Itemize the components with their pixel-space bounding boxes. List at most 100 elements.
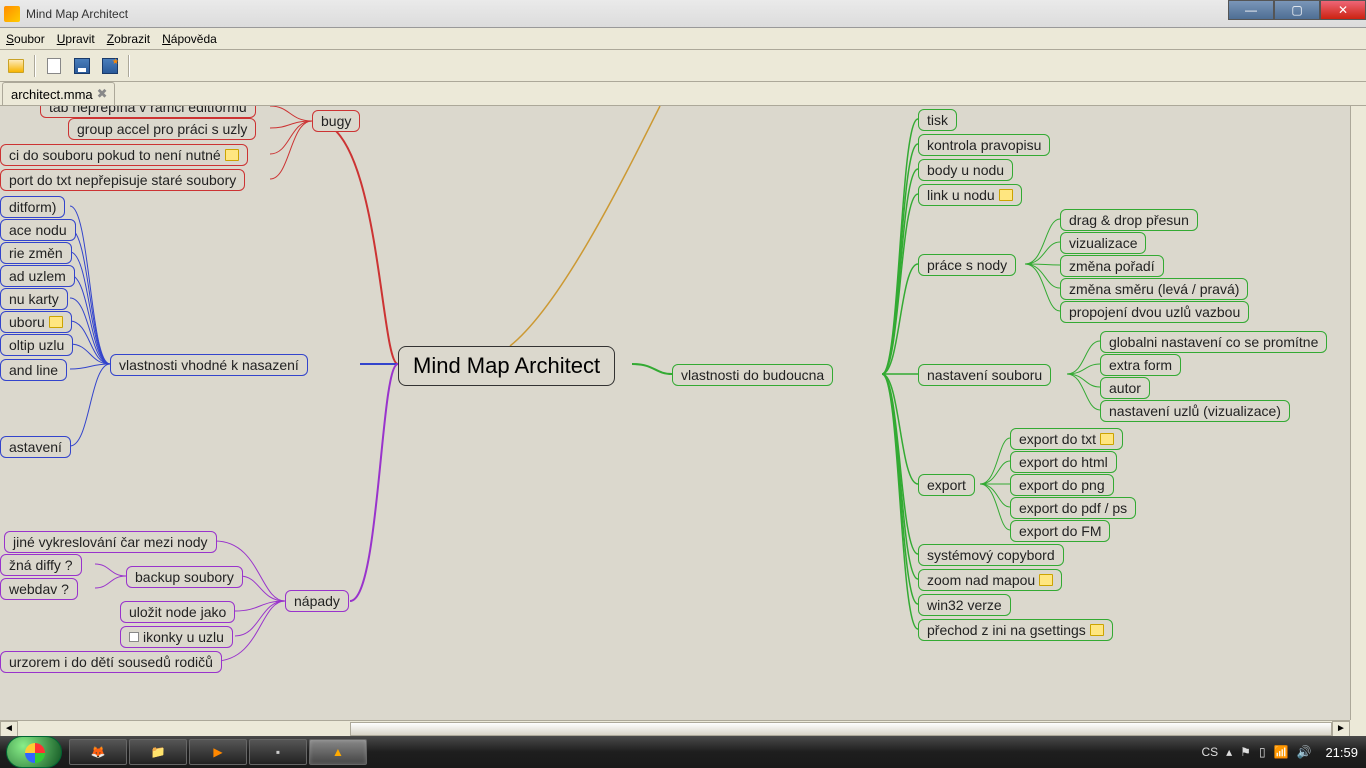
node[interactable]: propojení dvou uzlů vazbou <box>1060 301 1249 323</box>
node[interactable]: uložit node jako <box>120 601 235 623</box>
node[interactable]: export do pdf / ps <box>1010 497 1136 519</box>
node[interactable]: zoom nad mapou <box>918 569 1062 591</box>
node[interactable]: export do FM <box>1010 520 1110 542</box>
node[interactable]: vizualizace <box>1060 232 1146 254</box>
node-label: kontrola pravopisu <box>927 137 1041 153</box>
node[interactable]: drag & drop přesun <box>1060 209 1198 231</box>
node-label: globalni nastavení co se promítne <box>1109 334 1318 350</box>
node-label: extra form <box>1109 357 1172 373</box>
node[interactable]: backup soubory <box>126 566 243 588</box>
mindmap-canvas[interactable]: Mind Map Architect bugy tab nepřepíná v … <box>0 106 1350 720</box>
node-nastaveni-souboru[interactable]: nastavení souboru <box>918 364 1051 386</box>
node-label: ikonky u uzlu <box>143 629 224 645</box>
node-label: změna pořadí <box>1069 258 1155 274</box>
start-button[interactable] <box>6 736 62 768</box>
node[interactable]: link u nodu <box>918 184 1022 206</box>
node[interactable]: webdav ? <box>0 578 78 600</box>
node-label: uložit node jako <box>129 604 226 620</box>
minimize-button[interactable]: — <box>1228 0 1274 20</box>
node[interactable]: port do txt nepřepisuje staré soubory <box>0 169 245 191</box>
node[interactable]: globalni nastavení co se promítne <box>1100 331 1327 353</box>
node[interactable]: nastavení uzlů (vizualizace) <box>1100 400 1290 422</box>
vertical-scrollbar[interactable] <box>1350 106 1366 720</box>
root-node[interactable]: Mind Map Architect <box>398 346 615 386</box>
node[interactable]: export do png <box>1010 474 1114 496</box>
node[interactable]: win32 verze <box>918 594 1011 616</box>
node[interactable]: ad uzlem <box>0 265 75 287</box>
node[interactable]: ditform) <box>0 196 65 218</box>
horizontal-scrollbar[interactable] <box>0 720 1350 736</box>
node-label: nastavení uzlů (vizualizace) <box>1109 403 1281 419</box>
node[interactable]: oltip uzlu <box>0 334 73 356</box>
menu-help[interactable]: Nápověda <box>162 32 217 46</box>
node-bugy[interactable]: bugy <box>312 110 360 132</box>
node[interactable]: nu karty <box>0 288 68 310</box>
menu-view[interactable]: Zobrazit <box>107 32 150 46</box>
node-vlastnosti-budoucna[interactable]: vlastnosti do budoucna <box>672 364 833 386</box>
task-firefox[interactable]: 🦊 <box>69 739 127 765</box>
node[interactable]: autor <box>1100 377 1150 399</box>
node-label: bugy <box>321 113 351 129</box>
menu-edit[interactable]: Upravit <box>57 32 95 46</box>
node[interactable]: export do txt <box>1010 428 1123 450</box>
node[interactable]: rie změn <box>0 242 72 264</box>
node[interactable]: žná diffy ? <box>0 554 82 576</box>
tray-flag-icon[interactable]: ⚑ <box>1240 745 1251 759</box>
save-button[interactable] <box>70 54 94 78</box>
tray-volume-icon[interactable]: 🔊 <box>1297 745 1312 759</box>
note-icon <box>999 189 1013 201</box>
task-media[interactable]: ▶ <box>189 739 247 765</box>
node[interactable]: ci do souboru pokud to není nutné <box>0 144 248 166</box>
node[interactable]: kontrola pravopisu <box>918 134 1050 156</box>
node[interactable]: urzorem i do dětí sousedů rodičů <box>0 651 222 673</box>
toolbar-separator <box>128 55 130 77</box>
save-as-button[interactable] <box>98 54 122 78</box>
node[interactable]: astavení <box>0 436 71 458</box>
tray-chevron-icon[interactable]: ▴ <box>1226 745 1232 759</box>
node[interactable]: ikonky u uzlu <box>120 626 233 648</box>
node[interactable]: změna pořadí <box>1060 255 1164 277</box>
node[interactable]: extra form <box>1100 354 1181 376</box>
node-label: tisk <box>927 112 948 128</box>
node-prace-s-nody[interactable]: práce s nody <box>918 254 1016 276</box>
node[interactable]: export do html <box>1010 451 1117 473</box>
node[interactable]: tab nepřepíná v rámci editformu <box>40 106 256 118</box>
menubar: SSouboroubor Upravit Zobrazit Nápověda <box>0 28 1366 50</box>
maximize-button[interactable]: ▢ <box>1274 0 1320 20</box>
note-icon <box>49 316 63 328</box>
tray-lang[interactable]: CS <box>1201 745 1218 759</box>
toolbar-separator <box>34 55 36 77</box>
task-mindmap[interactable]: ▲ <box>309 739 367 765</box>
node-vlastnosti-nasazeni[interactable]: vlastnosti vhodné k nasazení <box>110 354 308 376</box>
node[interactable]: změna směru (levá / pravá) <box>1060 278 1248 300</box>
close-button[interactable]: ✕ <box>1320 0 1366 20</box>
tray-wifi-icon[interactable]: 📶 <box>1274 745 1289 759</box>
node-label: vizualizace <box>1069 235 1137 251</box>
toolbar <box>0 50 1366 82</box>
node[interactable]: systémový copybord <box>918 544 1064 566</box>
node[interactable]: tisk <box>918 109 957 131</box>
node[interactable]: and line <box>0 359 67 381</box>
node[interactable]: jiné vykreslování čar mezi nody <box>4 531 217 553</box>
task-explorer[interactable]: 📁 <box>129 739 187 765</box>
tray-clock[interactable]: 21:59 <box>1325 745 1358 760</box>
node-napady[interactable]: nápady <box>285 590 349 612</box>
node[interactable]: body u nodu <box>918 159 1013 181</box>
node[interactable]: přechod z ini na gsettings <box>918 619 1113 641</box>
menu-file[interactable]: SSouboroubor <box>6 32 45 46</box>
tray-battery-icon[interactable]: ▯ <box>1259 745 1266 759</box>
node[interactable]: uboru <box>0 311 72 333</box>
new-button[interactable] <box>42 54 66 78</box>
scroll-corner <box>1350 720 1366 736</box>
node-label: oltip uzlu <box>9 337 64 353</box>
scrollbar-thumb[interactable] <box>350 722 1332 736</box>
file-tab[interactable]: architect.mma ✖ <box>2 82 115 105</box>
node-export[interactable]: export <box>918 474 975 496</box>
task-terminal[interactable]: ▪ <box>249 739 307 765</box>
node[interactable]: ace nodu <box>0 219 76 241</box>
node-label: drag & drop přesun <box>1069 212 1189 228</box>
open-button[interactable] <box>4 54 28 78</box>
close-tab-icon[interactable]: ✖ <box>97 86 108 102</box>
node-label: webdav ? <box>9 581 69 597</box>
node[interactable]: group accel pro práci s uzly <box>68 118 256 140</box>
